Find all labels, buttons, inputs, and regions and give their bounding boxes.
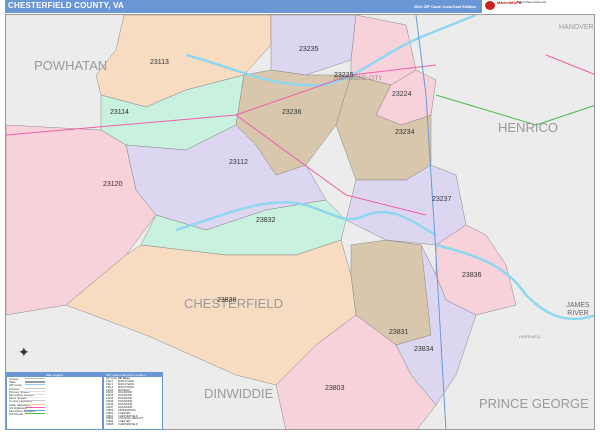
zip-label: 23803 <box>325 385 345 392</box>
zip-label: 23235 <box>299 46 319 53</box>
county-label-henrico: HENRICO <box>498 120 558 135</box>
zip-label: 23234 <box>395 129 415 136</box>
map-subtitle: 2020 ZIP Code ColorCast Edition <box>413 4 476 9</box>
zip-label: 23832 <box>256 217 276 224</box>
zip-code-index: ZIP Code Index/Grid Location ZIP CodeZIP… <box>103 372 163 430</box>
zip-area-23235 <box>270 15 357 76</box>
zip-label: 23225 <box>334 72 354 79</box>
zip-label: 23831 <box>389 329 409 336</box>
logo-side-text: Sales Maps Delivered <box>517 0 547 4</box>
zip-label: 23114 <box>110 109 129 116</box>
county-label-prince-george: PRINCE GEORGE <box>479 396 589 411</box>
map-canvas[interactable]: POWHATAN HENRICO HANOVER DINWIDDIE PRINC… <box>5 14 595 430</box>
zip-label: 23236 <box>282 109 302 116</box>
logo-mark-icon <box>485 1 495 10</box>
zip-label: 23113 <box>150 59 169 66</box>
logo: MarketMAPS Sales Maps Delivered <box>483 0 595 13</box>
zip-label: 23112 <box>229 159 248 166</box>
legend-item: Toll Roads <box>7 412 102 416</box>
county-label-dinwiddie: DINWIDDIE <box>204 386 274 401</box>
zip-label: 23838 <box>217 297 237 304</box>
map-legend: Map Legend County State ZIP Code Primary… <box>6 372 103 430</box>
zip-label: 23237 <box>432 196 452 203</box>
county-label-hanover: HANOVER <box>559 24 594 31</box>
zip-area-23225 <box>350 15 417 86</box>
compass-rose-icon: ✦ <box>18 344 30 360</box>
place-label-hopewell: HOPEWELL <box>519 334 542 339</box>
zip-label: 23834 <box>414 346 434 353</box>
county-label-powhatan: POWHATAN <box>34 58 107 73</box>
zip-label: 23120 <box>103 181 123 188</box>
zip-label: 23836 <box>462 272 482 279</box>
title-bar: CHESTERFIELD COUNTY, VA 2020 ZIP Code Co… <box>5 0 482 13</box>
map-title: CHESTERFIELD COUNTY, VA <box>8 1 125 10</box>
place-label-james-river: JAMES RIVER <box>566 302 590 317</box>
zip-label: 23224 <box>392 91 412 98</box>
zip-index-row: 23838 CHESTERFIELD <box>106 423 138 427</box>
